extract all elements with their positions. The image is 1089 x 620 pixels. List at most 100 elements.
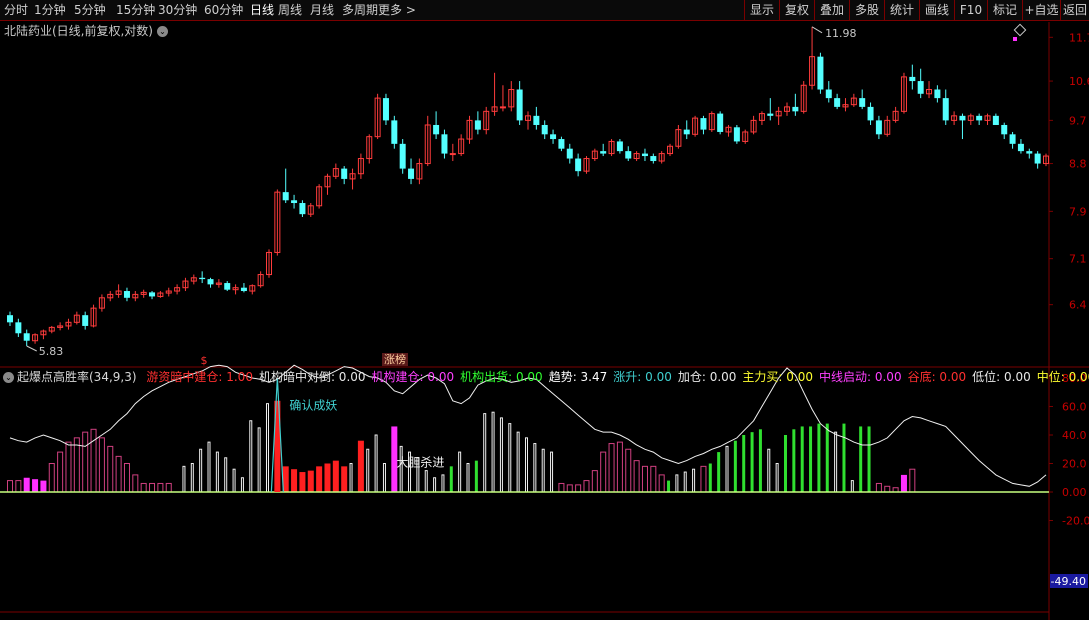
indicator-bar [199, 448, 203, 493]
candle-body [533, 115, 540, 125]
low-marker-line [26, 345, 37, 352]
chart-canvas[interactable]: 11.710.69.78.87.97.16.411.985.83$涨榜80.06… [0, 0, 1089, 620]
indicator-bar [165, 482, 172, 493]
candle-body [382, 98, 389, 121]
candle-body [650, 156, 657, 162]
indicator-bar [207, 441, 211, 493]
indicator-bar [667, 480, 671, 492]
indicator-bar [307, 470, 314, 492]
indicator-bar [516, 431, 520, 493]
indicator-bar [524, 437, 528, 493]
candle-body [767, 113, 774, 116]
candle-body [1017, 143, 1024, 152]
indicator-bar [533, 443, 537, 493]
indicator-bar [316, 466, 323, 492]
indicator-bar [575, 484, 582, 493]
indicator-bar [332, 460, 339, 492]
candle-body [82, 315, 89, 326]
candle-body [992, 115, 999, 125]
indicator-bar [608, 443, 615, 493]
indicator-bar [40, 480, 47, 492]
diamond-icon [1013, 23, 1027, 37]
candle-body [976, 115, 983, 121]
indicator-bar [742, 435, 746, 492]
candle-body [224, 283, 231, 290]
indicator-bar [675, 474, 679, 493]
candle-body [909, 76, 916, 82]
indicator-bar [82, 431, 89, 493]
indicator-bar [850, 480, 854, 493]
indicator-bar [884, 485, 891, 493]
candle-body [7, 315, 13, 323]
indicator-bar [190, 463, 194, 493]
ind-axis-label-5: -20.0 [1062, 515, 1089, 528]
indicator-item-1: 机构暗中对倒: 0.00 [258, 370, 366, 384]
indicator-bar [616, 441, 623, 493]
candle-body [474, 120, 481, 130]
candle-body [817, 56, 824, 90]
candle-body [834, 98, 841, 107]
ind-axis-label-1: 60.0 [1062, 401, 1087, 414]
indicator-bar [758, 429, 762, 492]
indicator-bar: ⌄ 起爆点高胜率(34,9,3) 游资暗中建仓: 1.00 机构暗中对倒: 0.00… [0, 369, 1089, 385]
indicator-bar [441, 474, 445, 493]
candle-body [700, 118, 707, 130]
indicator-bar [641, 465, 648, 493]
indicator-bar [725, 445, 729, 493]
indicator-bar [6, 480, 14, 493]
indicator-item-6: 加仓: 0.00 [677, 370, 737, 384]
indicator-bar [767, 448, 771, 493]
indicator-item-11: 中位: 0.00 [1036, 370, 1089, 384]
indicator-bar [875, 482, 882, 493]
indicator-bar [909, 468, 916, 493]
candle-body [391, 120, 398, 144]
indicator-bar [783, 435, 787, 492]
candle-body [291, 200, 298, 204]
ind-axis-label-4: 0.00 [1062, 486, 1087, 499]
candle-body [1001, 124, 1008, 135]
settings-dropdown-icon[interactable]: ⌄ [3, 372, 14, 383]
indicator-bar [650, 465, 657, 493]
indicator-bar [374, 434, 378, 493]
candle-body [616, 141, 623, 152]
indicator-bar [349, 463, 353, 493]
indicator-bar [859, 426, 863, 492]
indicator-bar [257, 427, 261, 493]
indicator-bar [157, 482, 164, 493]
candle-body [123, 291, 130, 298]
candle-body [299, 203, 306, 215]
indicator-bar [357, 440, 364, 492]
indicator-bar [449, 466, 453, 492]
indicator-bar [474, 460, 478, 492]
indicator-bar [299, 472, 306, 492]
current-value-badge: -49.40 [1051, 575, 1086, 588]
indicator-bar [224, 457, 228, 493]
price-axis-label-3: 8.8 [1069, 158, 1087, 171]
price-axis-label-6: 6.4 [1069, 299, 1087, 312]
indicator-bar [123, 463, 130, 493]
candle-body [625, 151, 632, 159]
candle-body [575, 158, 582, 172]
indicator-bar [149, 482, 156, 493]
indicator-bar [591, 470, 598, 493]
candle-body [600, 151, 607, 154]
indicator-bar [800, 426, 804, 492]
indicator-item-5: 涨升: 0.00 [613, 370, 672, 384]
indicator-bar [625, 448, 632, 493]
indicator-bar [466, 463, 470, 493]
indicator-bar [834, 431, 838, 493]
indicator-bar [249, 420, 253, 493]
candle-body [867, 106, 874, 121]
indicator-bar [842, 423, 846, 492]
indicator-item-3: 机构出货: 0.00 [460, 370, 543, 384]
candle-body [341, 168, 348, 179]
indicator-bar [900, 474, 907, 492]
candle-body [15, 322, 22, 334]
candle-body [441, 134, 448, 154]
candle-body [240, 287, 247, 292]
indicator-item-7: 主力买: 0.00 [742, 370, 813, 384]
indicator-bar [499, 417, 503, 493]
candle-body [541, 124, 548, 135]
candle-body [207, 279, 214, 285]
indicator-bar [57, 451, 64, 493]
